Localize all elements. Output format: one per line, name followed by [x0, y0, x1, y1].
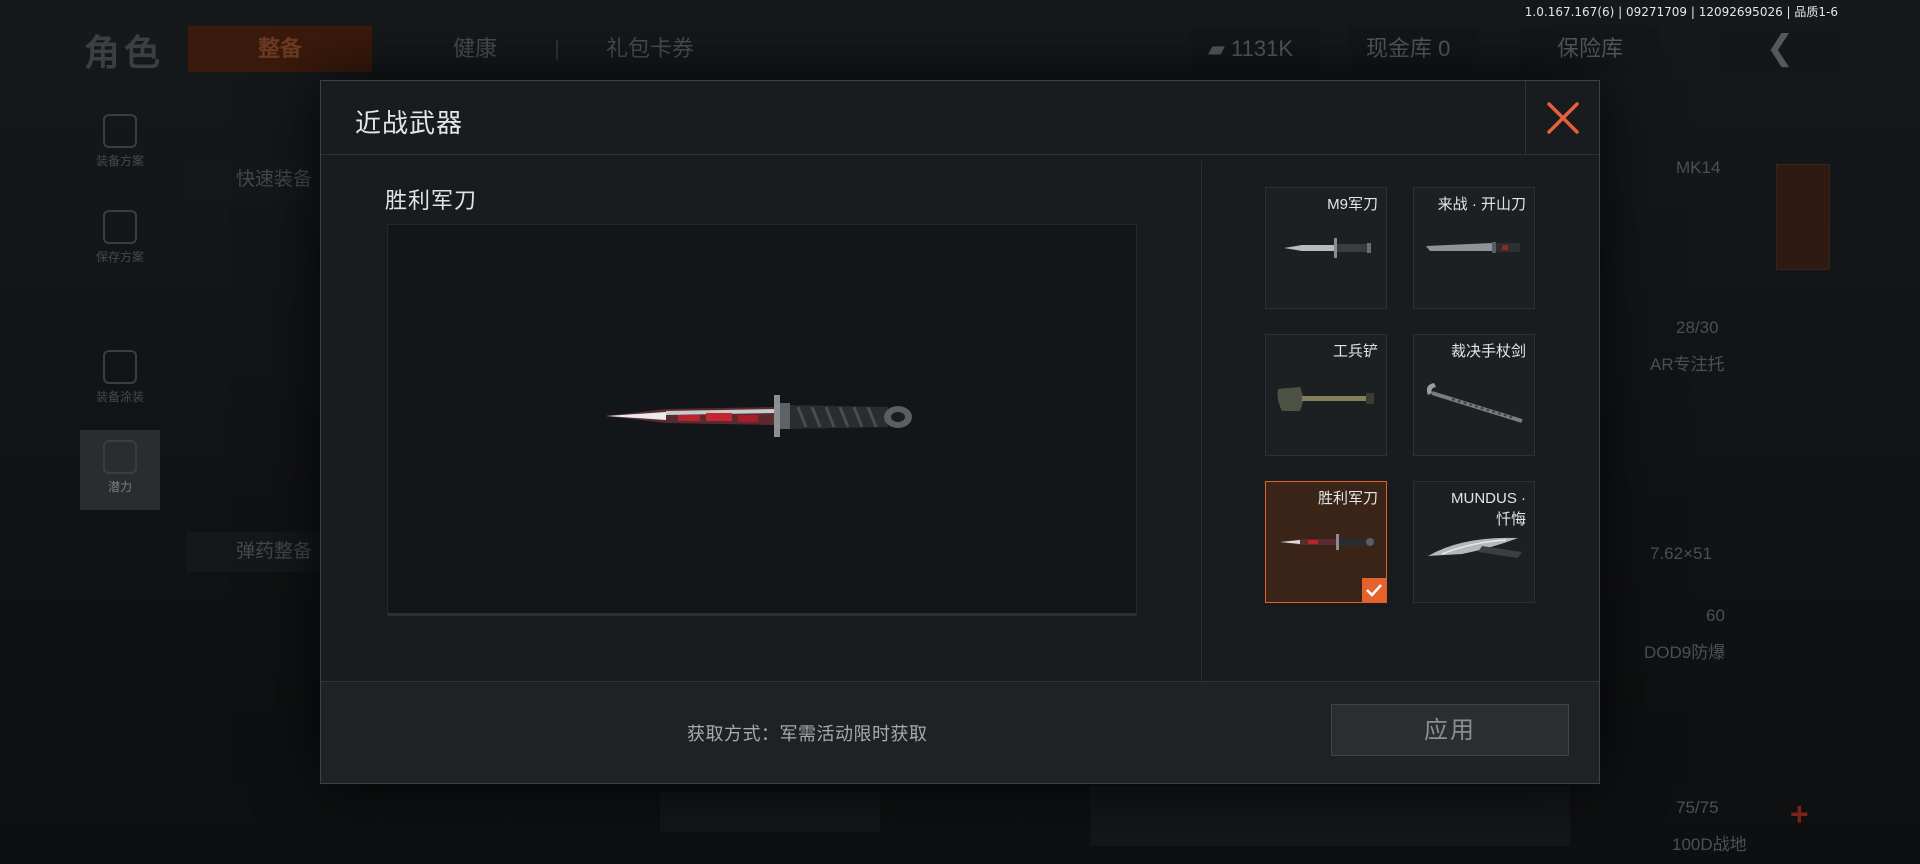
- tab-divider: [556, 40, 558, 60]
- red-knife-icon: [606, 395, 912, 437]
- cash-vault[interactable]: 现金库 0: [1348, 26, 1478, 72]
- red-knife-icon: [1280, 534, 1374, 550]
- close-icon: [1547, 102, 1579, 134]
- weapon-card-name: 工兵铲: [1332, 343, 1378, 360]
- close-button[interactable]: [1525, 81, 1599, 155]
- sidebar-item-label: 装备方案: [95, 154, 144, 168]
- add-icon[interactable]: +: [1790, 796, 1809, 833]
- weapon-card-name: MUNDUS · 忏悔: [1451, 488, 1526, 530]
- insurance-vault[interactable]: 保险库: [1520, 26, 1660, 72]
- selected-weapon-name: 胜利军刀: [385, 188, 478, 213]
- currency-value: 1131K: [1231, 36, 1294, 61]
- ammo-type: 7.62×51: [1650, 544, 1712, 563]
- shovel-icon: [1277, 387, 1374, 411]
- weapon-card-m9[interactable]: M9军刀: [1265, 187, 1387, 309]
- version-info: 1.0.167.167(6) | 09271709 | 12092695026 …: [1524, 5, 1838, 19]
- machete-icon: [1426, 242, 1520, 253]
- chevron-left-icon: ❮: [1765, 29, 1795, 67]
- selected-slot-highlight: [1776, 164, 1830, 270]
- weapon-card-name: 来战 · 开山刀: [1437, 196, 1526, 213]
- weapon-card-name: M9军刀: [1327, 196, 1378, 213]
- sidebar-item-label: 保存方案: [95, 250, 144, 264]
- preview-divider: [388, 613, 1136, 616]
- sidebar-item-potential[interactable]: 潜力: [80, 430, 160, 510]
- attachment-name: AR专注托: [1650, 355, 1725, 374]
- back-button[interactable]: ❮: [1720, 26, 1840, 72]
- cane-sword-icon: [1426, 383, 1523, 423]
- melee-weapon-dialog: 近战武器 胜利军刀 M9军刀 来战 · 开山刀 工兵铲 裁决手杖剑 胜利军刀 M…: [320, 80, 1600, 784]
- ammo-count: 28/30: [1676, 318, 1719, 337]
- weapon-card-cane-sword[interactable]: 裁决手杖剑: [1413, 334, 1535, 456]
- quick-equip-bar[interactable]: 快速装备: [186, 160, 336, 200]
- currency-display[interactable]: ▰ 1131K: [1190, 26, 1320, 72]
- dialog-header: 近战武器: [321, 81, 1599, 155]
- lightning-shield-icon: [103, 440, 137, 474]
- sidebar-item-loadout[interactable]: 装备方案: [80, 104, 160, 184]
- tab-gift-cards[interactable]: 礼包卡券: [560, 26, 740, 72]
- dialog-title: 近战武器: [355, 108, 464, 138]
- helmet-icon: [103, 350, 137, 384]
- armor-name: DOD9防爆: [1644, 643, 1726, 662]
- background-slot: [660, 792, 880, 832]
- background-slot: [1090, 786, 1570, 846]
- armor-durability: 75/75: [1676, 798, 1719, 817]
- tab-equip[interactable]: 整备: [188, 26, 372, 72]
- panel-divider: [1201, 161, 1202, 707]
- helmet-name: 100D战地: [1672, 835, 1747, 854]
- weapon-card-name: 裁决手杖剑: [1450, 343, 1526, 360]
- sidebar-item-save[interactable]: 保存方案: [80, 200, 160, 280]
- sidebar-item-label: 潜力: [107, 480, 132, 494]
- ammo-quantity: 60: [1706, 606, 1725, 625]
- acquire-method-text: 获取方式：军需活动限时获取: [687, 724, 928, 744]
- tab-health[interactable]: 健康: [420, 26, 530, 72]
- ammo-equip-bar[interactable]: 弹药整备: [186, 532, 336, 572]
- weapon-card-name-line2: 忏悔: [1495, 511, 1526, 528]
- knife-icon: [1284, 238, 1371, 258]
- weapon-card-machete[interactable]: 来战 · 开山刀: [1413, 187, 1535, 309]
- weapon-card-name: 胜利军刀: [1317, 490, 1378, 507]
- weapon-card-name-line1: MUNDUS ·: [1451, 490, 1526, 507]
- selected-check-icon: [1362, 578, 1386, 602]
- download-icon: [103, 210, 137, 244]
- vest-icon: [103, 114, 137, 148]
- dialog-footer: 获取方式：军需活动限时获取 应用: [321, 681, 1599, 783]
- page-title: 角色: [84, 32, 165, 73]
- sidebar-item-skins[interactable]: 装备涂装: [80, 340, 160, 420]
- apply-button[interactable]: 应用: [1331, 704, 1569, 756]
- cash-icon: ▰: [1208, 36, 1232, 61]
- weapon-preview: [387, 224, 1137, 616]
- sidebar-item-label: 装备涂装: [95, 390, 144, 404]
- karambit-icon: [1428, 537, 1522, 558]
- weapon-card-mundus[interactable]: MUNDUS · 忏悔: [1413, 481, 1535, 603]
- weapon-card-shovel[interactable]: 工兵铲: [1265, 334, 1387, 456]
- weapon-name: MK14: [1676, 158, 1721, 177]
- weapon-card-victory-knife[interactable]: 胜利军刀: [1265, 481, 1387, 603]
